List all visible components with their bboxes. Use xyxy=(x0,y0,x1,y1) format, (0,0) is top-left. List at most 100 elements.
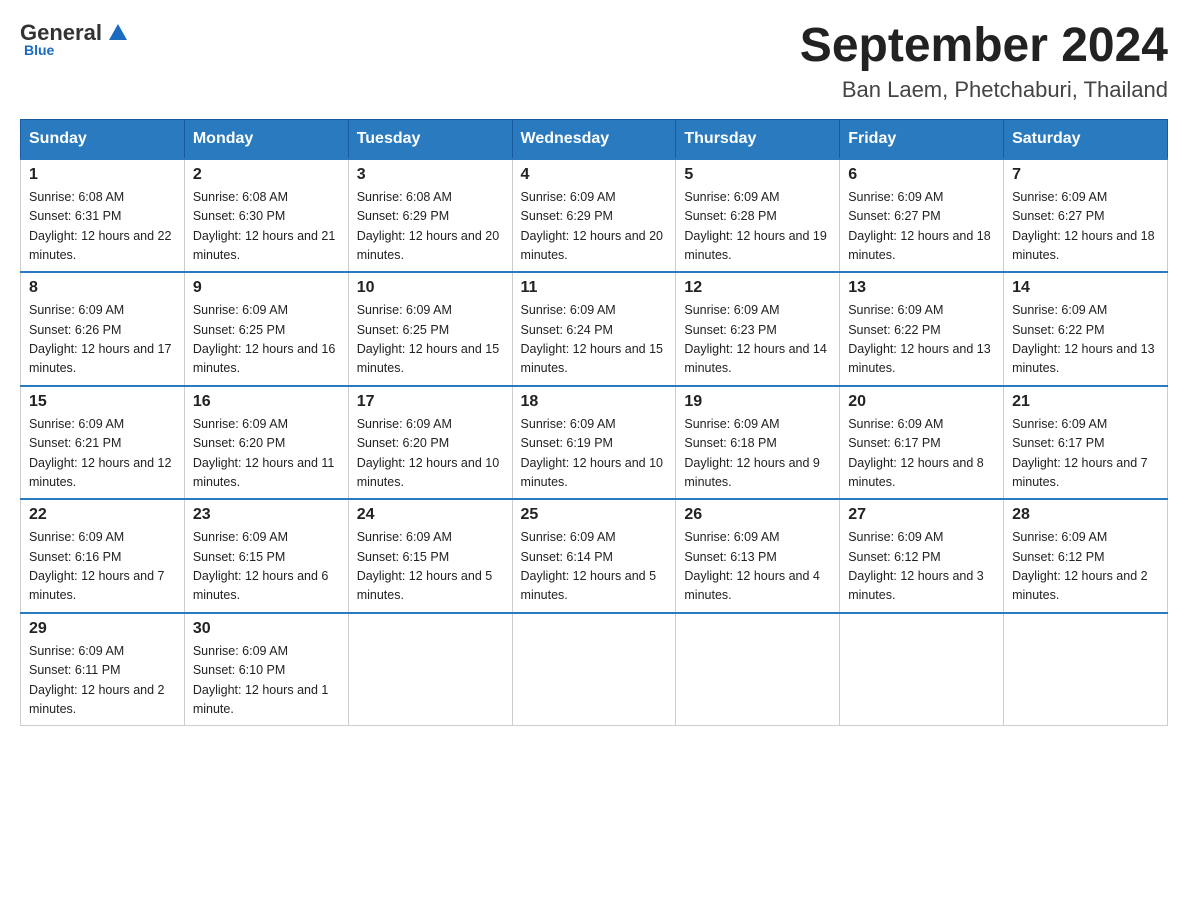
day-number: 25 xyxy=(521,506,668,524)
calendar-cell: 14 Sunrise: 6:09 AMSunset: 6:22 PMDaylig… xyxy=(1004,272,1168,386)
calendar-cell: 11 Sunrise: 6:09 AMSunset: 6:24 PMDaylig… xyxy=(512,272,676,386)
day-info: Sunrise: 6:09 AMSunset: 6:15 PMDaylight:… xyxy=(193,530,329,602)
day-info: Sunrise: 6:09 AMSunset: 6:22 PMDaylight:… xyxy=(1012,303,1154,375)
day-number: 12 xyxy=(684,279,831,297)
day-number: 9 xyxy=(193,279,340,297)
calendar-cell: 6 Sunrise: 6:09 AMSunset: 6:27 PMDayligh… xyxy=(840,159,1004,273)
day-number: 4 xyxy=(521,166,668,184)
calendar-cell xyxy=(348,613,512,726)
day-info: Sunrise: 6:09 AMSunset: 6:15 PMDaylight:… xyxy=(357,530,493,602)
day-info: Sunrise: 6:09 AMSunset: 6:10 PMDaylight:… xyxy=(193,644,329,716)
calendar-cell: 8 Sunrise: 6:09 AMSunset: 6:26 PMDayligh… xyxy=(21,272,185,386)
day-number: 3 xyxy=(357,166,504,184)
calendar-cell: 21 Sunrise: 6:09 AMSunset: 6:17 PMDaylig… xyxy=(1004,386,1168,500)
day-info: Sunrise: 6:09 AMSunset: 6:26 PMDaylight:… xyxy=(29,303,171,375)
day-number: 30 xyxy=(193,620,340,638)
header-sunday: Sunday xyxy=(21,119,185,159)
calendar-cell: 2 Sunrise: 6:08 AMSunset: 6:30 PMDayligh… xyxy=(184,159,348,273)
day-number: 14 xyxy=(1012,279,1159,297)
header-saturday: Saturday xyxy=(1004,119,1168,159)
calendar-cell: 20 Sunrise: 6:09 AMSunset: 6:17 PMDaylig… xyxy=(840,386,1004,500)
day-info: Sunrise: 6:09 AMSunset: 6:14 PMDaylight:… xyxy=(521,530,657,602)
calendar-cell: 13 Sunrise: 6:09 AMSunset: 6:22 PMDaylig… xyxy=(840,272,1004,386)
calendar-cell xyxy=(1004,613,1168,726)
day-info: Sunrise: 6:09 AMSunset: 6:23 PMDaylight:… xyxy=(684,303,826,375)
day-number: 21 xyxy=(1012,393,1159,411)
header-wednesday: Wednesday xyxy=(512,119,676,159)
calendar-table: Sunday Monday Tuesday Wednesday Thursday… xyxy=(20,119,1168,727)
calendar-cell: 30 Sunrise: 6:09 AMSunset: 6:10 PMDaylig… xyxy=(184,613,348,726)
day-info: Sunrise: 6:09 AMSunset: 6:27 PMDaylight:… xyxy=(1012,190,1154,262)
day-number: 11 xyxy=(521,279,668,297)
calendar-cell: 12 Sunrise: 6:09 AMSunset: 6:23 PMDaylig… xyxy=(676,272,840,386)
day-number: 28 xyxy=(1012,506,1159,524)
day-number: 2 xyxy=(193,166,340,184)
calendar-cell: 18 Sunrise: 6:09 AMSunset: 6:19 PMDaylig… xyxy=(512,386,676,500)
day-number: 13 xyxy=(848,279,995,297)
day-info: Sunrise: 6:09 AMSunset: 6:17 PMDaylight:… xyxy=(1012,417,1148,489)
day-number: 16 xyxy=(193,393,340,411)
calendar-cell: 29 Sunrise: 6:09 AMSunset: 6:11 PMDaylig… xyxy=(21,613,185,726)
day-info: Sunrise: 6:09 AMSunset: 6:27 PMDaylight:… xyxy=(848,190,990,262)
calendar-cell: 10 Sunrise: 6:09 AMSunset: 6:25 PMDaylig… xyxy=(348,272,512,386)
day-info: Sunrise: 6:09 AMSunset: 6:16 PMDaylight:… xyxy=(29,530,165,602)
day-number: 22 xyxy=(29,506,176,524)
day-number: 17 xyxy=(357,393,504,411)
day-number: 18 xyxy=(521,393,668,411)
calendar-cell: 1 Sunrise: 6:08 AMSunset: 6:31 PMDayligh… xyxy=(21,159,185,273)
page-header: General Blue September 2024 Ban Laem, Ph… xyxy=(20,20,1168,103)
header-friday: Friday xyxy=(840,119,1004,159)
header-thursday: Thursday xyxy=(676,119,840,159)
calendar-cell: 5 Sunrise: 6:09 AMSunset: 6:28 PMDayligh… xyxy=(676,159,840,273)
calendar-cell xyxy=(840,613,1004,726)
calendar-title-area: September 2024 Ban Laem, Phetchaburi, Th… xyxy=(800,20,1168,103)
day-number: 20 xyxy=(848,393,995,411)
day-info: Sunrise: 6:09 AMSunset: 6:13 PMDaylight:… xyxy=(684,530,820,602)
calendar-cell: 4 Sunrise: 6:09 AMSunset: 6:29 PMDayligh… xyxy=(512,159,676,273)
logo: General Blue xyxy=(20,20,130,58)
day-info: Sunrise: 6:08 AMSunset: 6:31 PMDaylight:… xyxy=(29,190,171,262)
day-number: 27 xyxy=(848,506,995,524)
day-info: Sunrise: 6:09 AMSunset: 6:12 PMDaylight:… xyxy=(848,530,984,602)
logo-blue-text: Blue xyxy=(24,42,54,58)
day-info: Sunrise: 6:09 AMSunset: 6:22 PMDaylight:… xyxy=(848,303,990,375)
calendar-cell: 9 Sunrise: 6:09 AMSunset: 6:25 PMDayligh… xyxy=(184,272,348,386)
calendar-week-row-4: 22 Sunrise: 6:09 AMSunset: 6:16 PMDaylig… xyxy=(21,499,1168,613)
day-number: 6 xyxy=(848,166,995,184)
calendar-cell: 22 Sunrise: 6:09 AMSunset: 6:16 PMDaylig… xyxy=(21,499,185,613)
calendar-location: Ban Laem, Phetchaburi, Thailand xyxy=(800,77,1168,103)
day-info: Sunrise: 6:09 AMSunset: 6:18 PMDaylight:… xyxy=(684,417,820,489)
day-info: Sunrise: 6:09 AMSunset: 6:21 PMDaylight:… xyxy=(29,417,171,489)
day-info: Sunrise: 6:09 AMSunset: 6:20 PMDaylight:… xyxy=(357,417,499,489)
logo-triangle-icon xyxy=(107,22,129,44)
day-info: Sunrise: 6:09 AMSunset: 6:24 PMDaylight:… xyxy=(521,303,663,375)
calendar-week-row-5: 29 Sunrise: 6:09 AMSunset: 6:11 PMDaylig… xyxy=(21,613,1168,726)
day-info: Sunrise: 6:09 AMSunset: 6:25 PMDaylight:… xyxy=(193,303,335,375)
day-info: Sunrise: 6:09 AMSunset: 6:12 PMDaylight:… xyxy=(1012,530,1148,602)
calendar-cell: 16 Sunrise: 6:09 AMSunset: 6:20 PMDaylig… xyxy=(184,386,348,500)
calendar-cell: 17 Sunrise: 6:09 AMSunset: 6:20 PMDaylig… xyxy=(348,386,512,500)
calendar-month-year: September 2024 xyxy=(800,20,1168,73)
day-info: Sunrise: 6:08 AMSunset: 6:29 PMDaylight:… xyxy=(357,190,499,262)
day-number: 19 xyxy=(684,393,831,411)
calendar-cell xyxy=(676,613,840,726)
day-number: 24 xyxy=(357,506,504,524)
calendar-cell: 23 Sunrise: 6:09 AMSunset: 6:15 PMDaylig… xyxy=(184,499,348,613)
header-tuesday: Tuesday xyxy=(348,119,512,159)
header-monday: Monday xyxy=(184,119,348,159)
day-info: Sunrise: 6:09 AMSunset: 6:20 PMDaylight:… xyxy=(193,417,335,489)
calendar-cell: 15 Sunrise: 6:09 AMSunset: 6:21 PMDaylig… xyxy=(21,386,185,500)
calendar-week-row-3: 15 Sunrise: 6:09 AMSunset: 6:21 PMDaylig… xyxy=(21,386,1168,500)
day-info: Sunrise: 6:09 AMSunset: 6:19 PMDaylight:… xyxy=(521,417,663,489)
calendar-cell: 19 Sunrise: 6:09 AMSunset: 6:18 PMDaylig… xyxy=(676,386,840,500)
day-info: Sunrise: 6:09 AMSunset: 6:25 PMDaylight:… xyxy=(357,303,499,375)
calendar-cell: 26 Sunrise: 6:09 AMSunset: 6:13 PMDaylig… xyxy=(676,499,840,613)
calendar-cell: 27 Sunrise: 6:09 AMSunset: 6:12 PMDaylig… xyxy=(840,499,1004,613)
day-info: Sunrise: 6:08 AMSunset: 6:30 PMDaylight:… xyxy=(193,190,335,262)
calendar-cell: 3 Sunrise: 6:08 AMSunset: 6:29 PMDayligh… xyxy=(348,159,512,273)
calendar-header-row: Sunday Monday Tuesday Wednesday Thursday… xyxy=(21,119,1168,159)
day-number: 5 xyxy=(684,166,831,184)
day-number: 26 xyxy=(684,506,831,524)
day-number: 7 xyxy=(1012,166,1159,184)
calendar-week-row-2: 8 Sunrise: 6:09 AMSunset: 6:26 PMDayligh… xyxy=(21,272,1168,386)
